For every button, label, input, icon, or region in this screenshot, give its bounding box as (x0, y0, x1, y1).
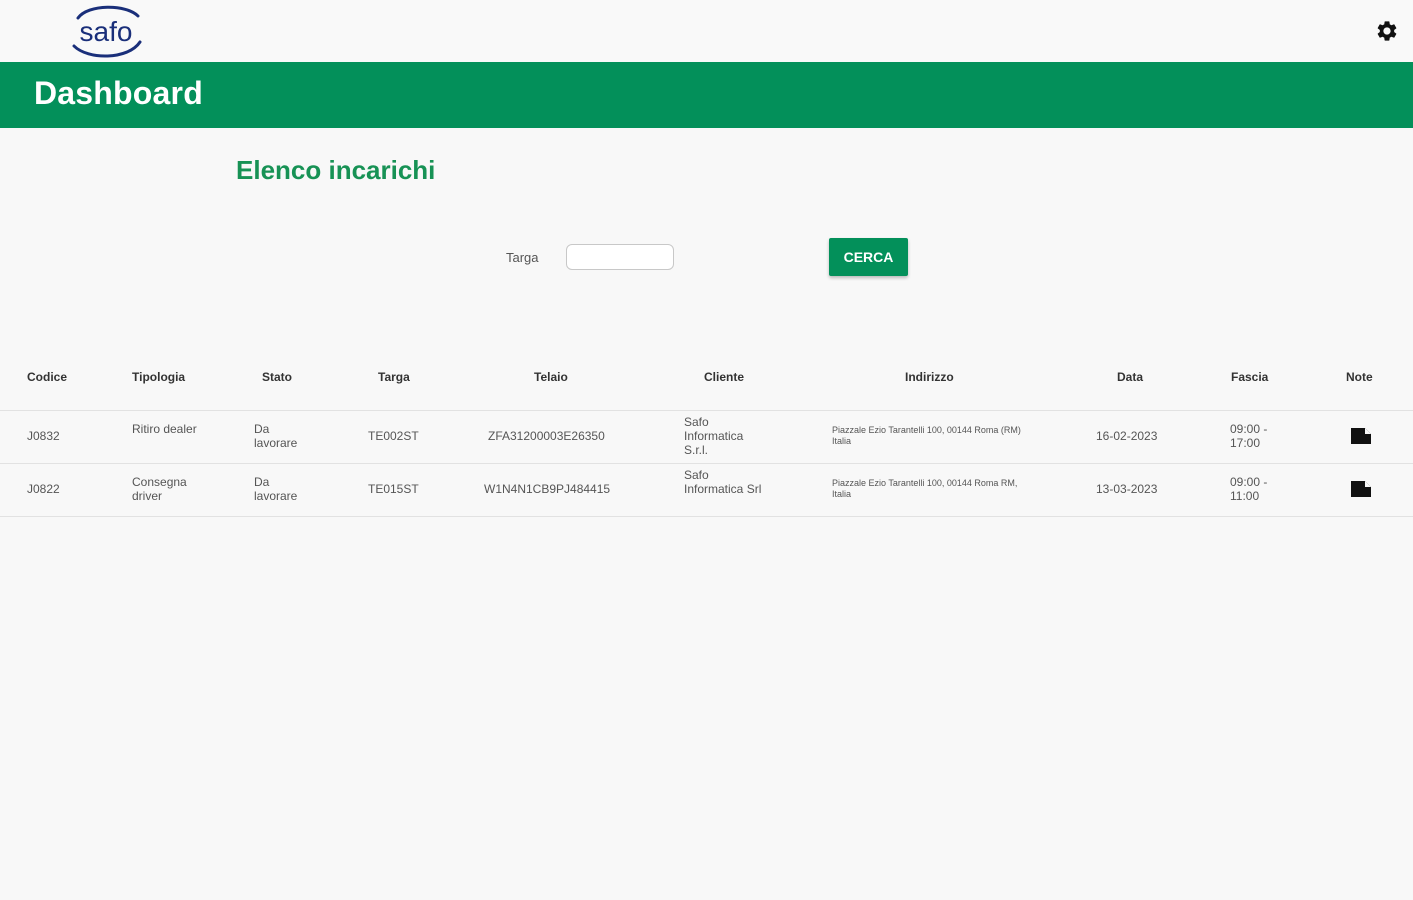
section-title: Elenco incarichi (236, 155, 436, 185)
cell-targa: TE002ST (368, 429, 419, 443)
cell-telaio: W1N4N1CB9PJ484415 (484, 482, 611, 496)
table-header: Codice Tipologia Stato Targa Telaio Clie… (0, 352, 1413, 411)
page-title: Dashboard (34, 75, 203, 111)
column-header-telaio[interactable]: Telaio (534, 370, 568, 384)
cell-fascia: 09:00 - 17:00 (1230, 422, 1268, 450)
table-row[interactable]: J0822 Consegna driver Da lavorare TE015S… (0, 464, 1413, 517)
cell-indirizzo: Piazzale Ezio Tarantelli 100, 00144 Roma… (832, 425, 1021, 446)
cell-targa: TE015ST (368, 482, 419, 496)
column-header-stato[interactable]: Stato (262, 370, 292, 384)
targa-search-label: Targa (506, 250, 539, 265)
safo-logo[interactable]: safo (66, 2, 146, 60)
cell-cliente: Safo Informatica Srl (684, 468, 762, 496)
cell-fascia: 09:00 - 11:00 (1230, 475, 1268, 503)
cell-telaio: ZFA31200003E26350 (488, 429, 605, 443)
column-header-cliente[interactable]: Cliente (704, 370, 744, 384)
header-band: Dashboard (0, 62, 1413, 128)
settings-button[interactable] (1375, 19, 1399, 43)
note-icon[interactable] (1350, 427, 1372, 445)
top-bar: safo (0, 0, 1413, 62)
column-header-codice[interactable]: Codice (27, 370, 67, 384)
cell-stato: Da lavorare (254, 475, 298, 503)
cell-stato: Da lavorare (254, 422, 298, 450)
note-icon-graphic (1351, 481, 1371, 497)
cell-codice: J0822 (27, 482, 60, 496)
cell-codice: J0832 (27, 429, 60, 443)
targa-search-input[interactable] (566, 244, 674, 270)
cell-tipologia: Ritiro dealer (132, 422, 197, 436)
assignments-table: Codice Tipologia Stato Targa Telaio Clie… (0, 352, 1413, 517)
column-header-data[interactable]: Data (1117, 370, 1143, 384)
cell-indirizzo: Piazzale Ezio Tarantelli 100, 00144 Roma… (832, 478, 1018, 499)
safo-logo-icon: safo (72, 5, 142, 58)
column-header-indirizzo[interactable]: Indirizzo (905, 370, 954, 384)
column-header-tipologia[interactable]: Tipologia (132, 370, 185, 384)
column-header-fascia[interactable]: Fascia (1231, 370, 1268, 384)
table-row[interactable]: J0832 Ritiro dealer Da lavorare TE002ST … (0, 411, 1413, 464)
cell-data: 13-03-2023 (1096, 482, 1158, 496)
cell-tipologia: Consegna driver (132, 475, 187, 503)
cell-cliente: Safo Informatica S.r.l. (684, 415, 744, 457)
note-icon[interactable] (1350, 480, 1372, 498)
cerca-button[interactable]: CERCA (829, 238, 908, 276)
gear-icon (1377, 21, 1397, 41)
logo-text: safo (80, 16, 133, 47)
note-icon-graphic (1351, 428, 1371, 444)
column-header-targa[interactable]: Targa (378, 370, 410, 384)
cell-data: 16-02-2023 (1096, 429, 1158, 443)
column-header-note: Note (1346, 370, 1373, 384)
